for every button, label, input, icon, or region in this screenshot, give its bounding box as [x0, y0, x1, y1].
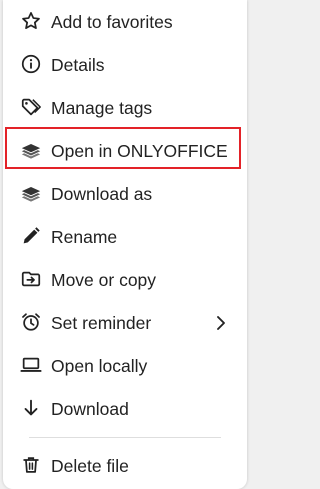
file-actions-menu: Add to favorites Details Manage tags Ope… [3, 0, 247, 489]
menu-item-label: Details [51, 55, 105, 75]
star-icon [20, 10, 42, 32]
menu-item-label: Move or copy [51, 270, 157, 290]
arrow-down-icon [20, 397, 42, 419]
onlyoffice-icon [20, 139, 42, 161]
menu-item-label: Download as [51, 184, 153, 204]
menu-item-delete-file[interactable]: Delete file [3, 444, 247, 487]
trash-icon [20, 454, 42, 476]
menu-item-label: Manage tags [51, 98, 153, 118]
menu-item-manage-tags[interactable]: Manage tags [3, 86, 247, 129]
alarm-icon [20, 311, 42, 333]
menu-item-label: Open in ONLYOFFICE [51, 141, 228, 161]
pencil-icon [20, 225, 42, 247]
menu-divider [29, 437, 221, 438]
menu-item-label: Download [51, 399, 129, 419]
laptop-icon [20, 354, 42, 376]
menu-item-set-reminder[interactable]: Set reminder [3, 301, 247, 344]
menu-item-add-to-favorites[interactable]: Add to favorites [3, 0, 247, 43]
menu-item-label: Rename [51, 227, 118, 247]
menu-item-download[interactable]: Download [3, 387, 247, 430]
menu-item-open-in-onlyoffice[interactable]: Open in ONLYOFFICE [3, 129, 247, 172]
menu-item-label: Open locally [51, 356, 148, 376]
chevron-right-icon [213, 314, 229, 332]
menu-item-rename[interactable]: Rename [3, 215, 247, 258]
onlyoffice-icon [20, 182, 42, 204]
tag-icon [20, 96, 42, 118]
menu-item-label: Delete file [51, 456, 129, 476]
menu-item-move-or-copy[interactable]: Move or copy [3, 258, 247, 301]
menu-item-label: Add to favorites [51, 12, 173, 32]
menu-item-label: Set reminder [51, 313, 152, 333]
menu-item-open-locally[interactable]: Open locally [3, 344, 247, 387]
folder-move-icon [20, 268, 42, 290]
menu-item-download-as[interactable]: Download as [3, 172, 247, 215]
menu-item-details[interactable]: Details [3, 43, 247, 86]
info-icon [20, 53, 42, 75]
